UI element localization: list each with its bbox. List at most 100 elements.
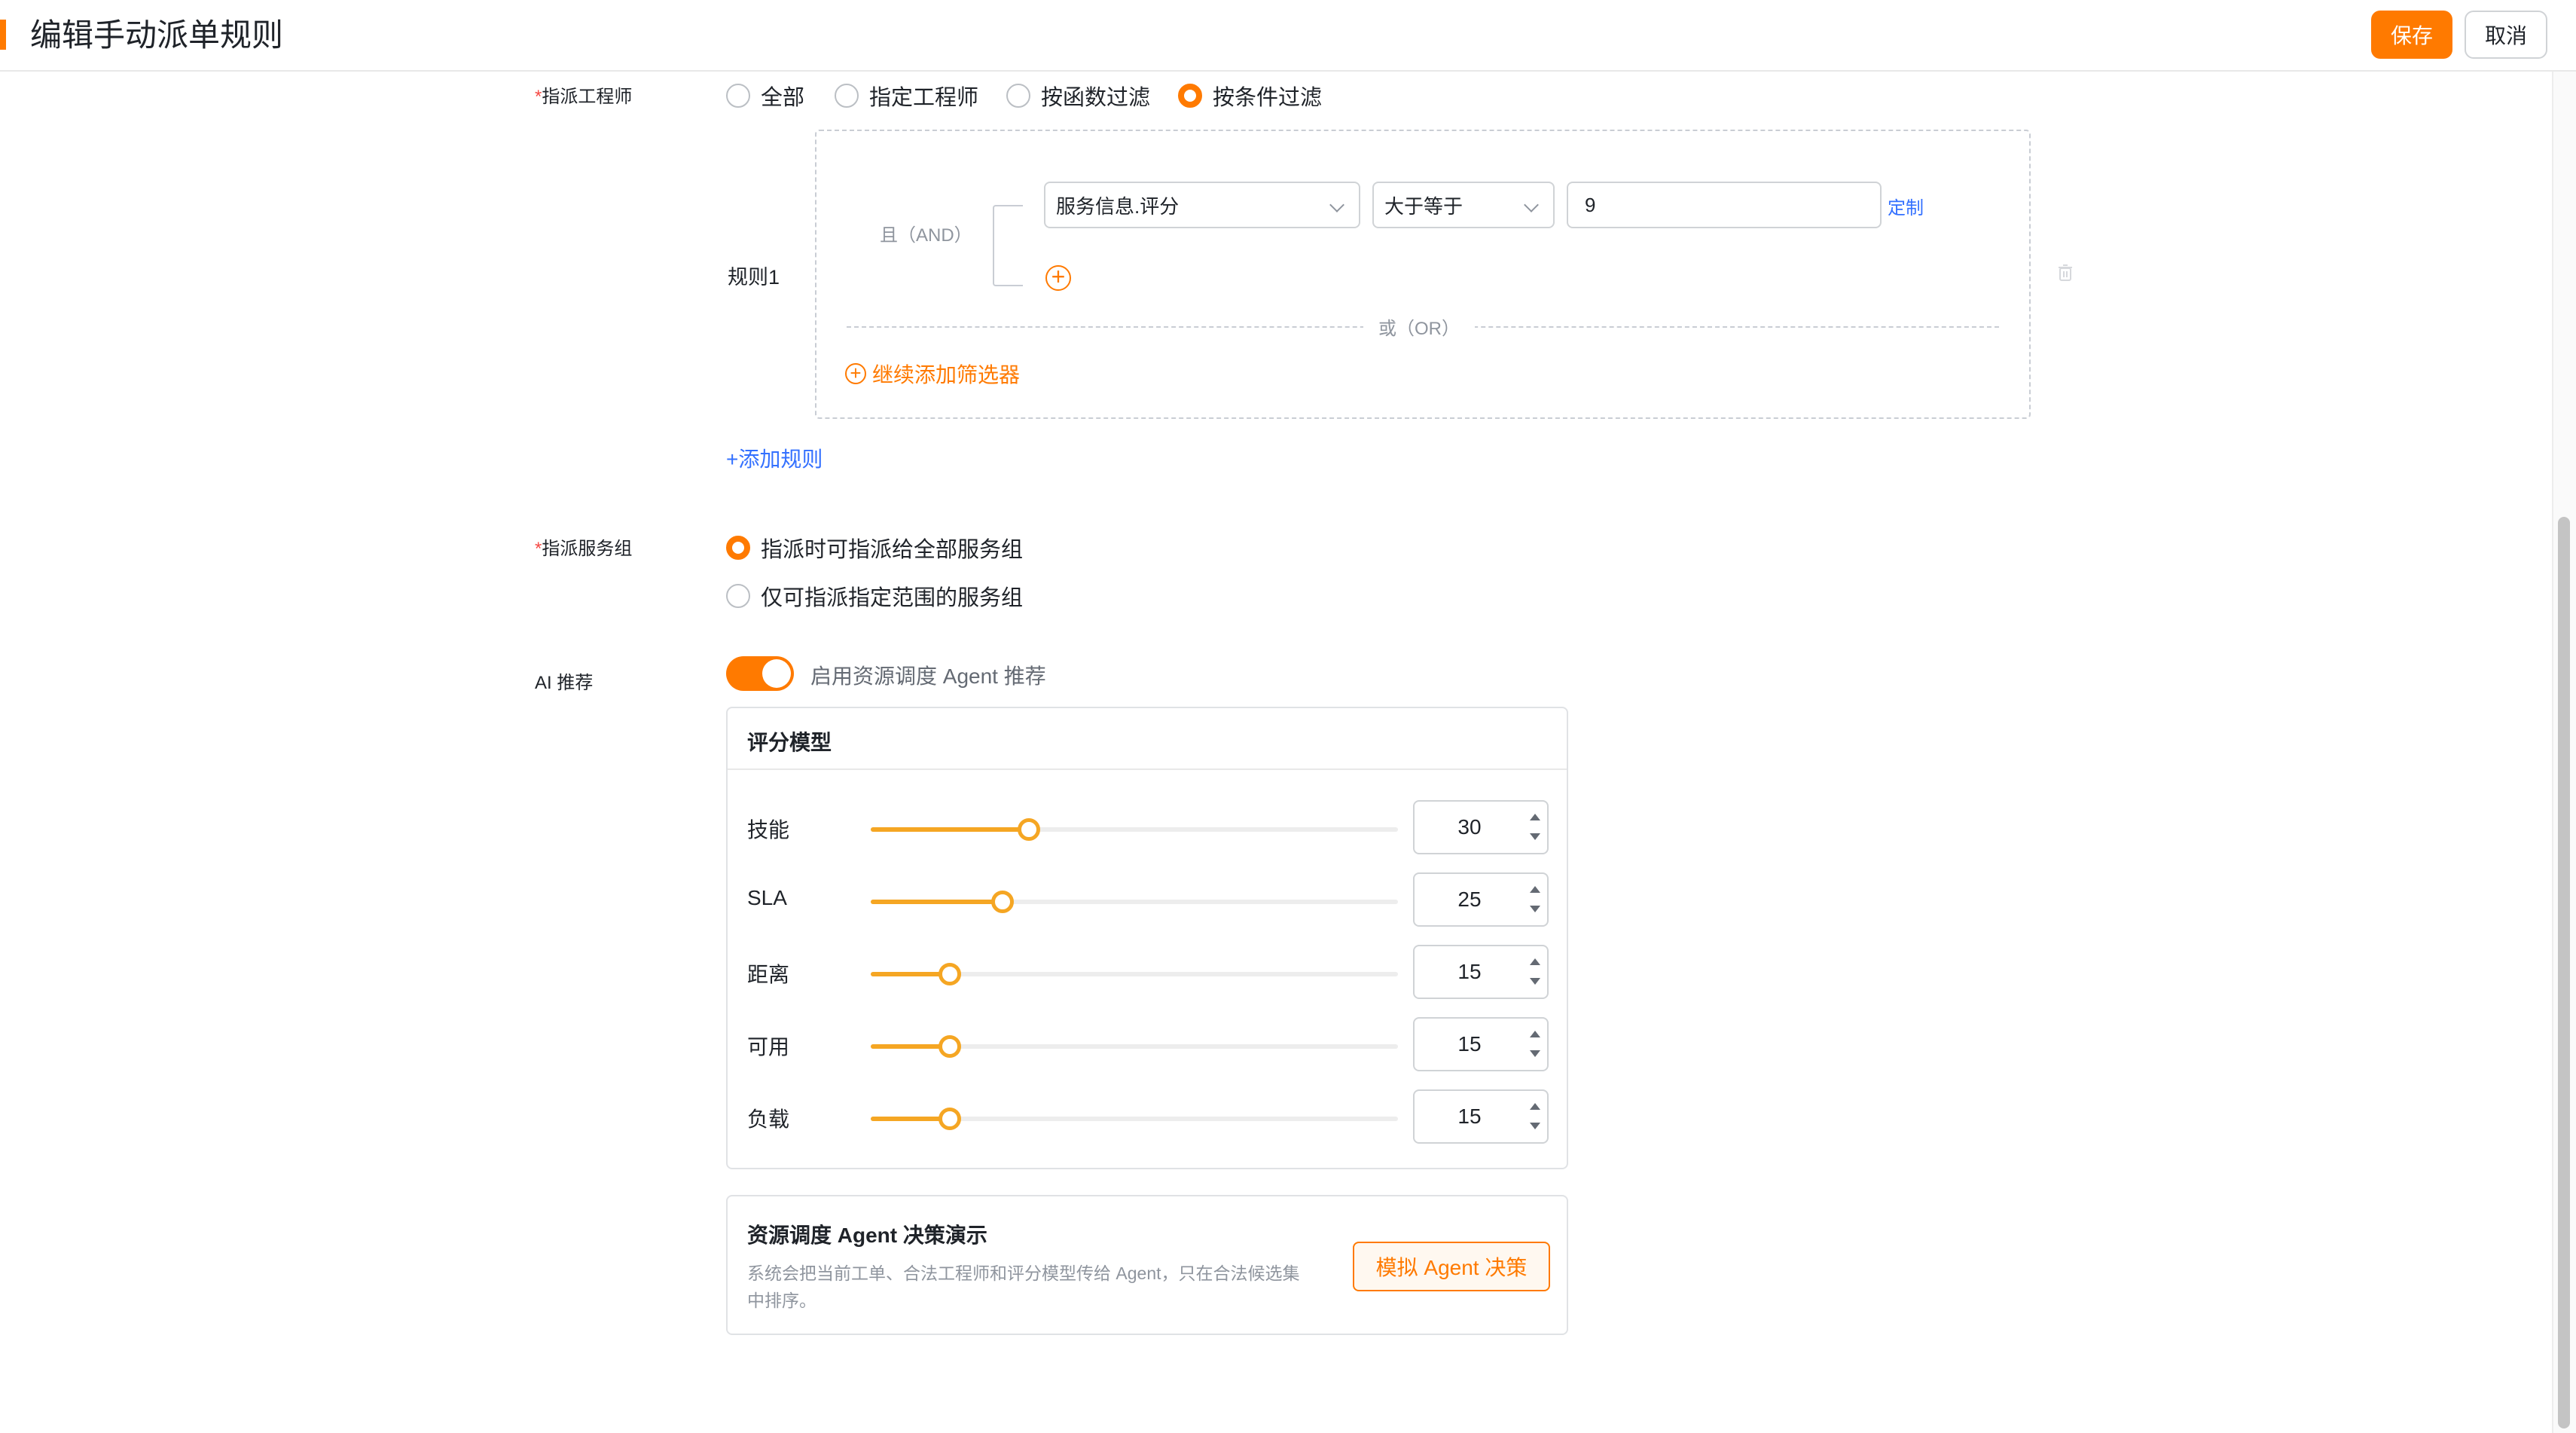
stepper <box>1521 1091 1547 1142</box>
toggle-knob <box>762 659 791 688</box>
stepper <box>1521 874 1547 925</box>
slider-row-sla: SLA 25 <box>728 872 1567 933</box>
slider-track[interactable] <box>871 1035 1398 1058</box>
radio-dot[interactable] <box>726 584 750 608</box>
number-value[interactable]: 30 <box>1415 802 1525 853</box>
radio-label: 指定工程师 <box>869 86 979 110</box>
service-group-option-all[interactable]: 指派时可指派给全部服务组 <box>726 532 1023 564</box>
step-down-icon[interactable] <box>1530 833 1540 840</box>
agent-recommend-label: 启用资源调度 Agent 推荐 <box>810 665 1046 688</box>
slider-row-availability: 可用 15 <box>728 1017 1567 1077</box>
add-condition-icon[interactable]: + <box>1045 264 1071 291</box>
step-up-icon[interactable] <box>1530 886 1540 893</box>
chevron-down-icon <box>1329 197 1344 212</box>
radio-dot[interactable] <box>1178 84 1202 108</box>
radio-label: 全部 <box>761 86 805 110</box>
step-up-icon[interactable] <box>1530 1103 1540 1110</box>
page-title: 编辑手动派单规则 <box>30 17 284 53</box>
engineer-label: *指派工程师 <box>535 81 632 108</box>
slider-fill <box>871 900 1003 904</box>
slider-track[interactable] <box>871 891 1398 913</box>
service-group-option-scoped[interactable]: 仅可指派指定范围的服务组 <box>726 580 1023 612</box>
plus-circle-icon: + <box>845 363 866 384</box>
step-down-icon[interactable] <box>1530 978 1540 985</box>
radio-dot[interactable] <box>835 84 859 108</box>
or-label: 或（OR） <box>1363 313 1475 340</box>
engineer-option-function[interactable]: 按函数过滤 <box>1006 80 1150 112</box>
slider-row-skill: 技能 30 <box>728 800 1567 860</box>
custom-link[interactable]: 定制 <box>1888 193 1924 219</box>
step-down-icon[interactable] <box>1530 1050 1540 1057</box>
save-button[interactable]: 保存 <box>2371 11 2452 59</box>
chevron-down-icon <box>1524 197 1539 212</box>
agent-recommend-toggle[interactable] <box>726 656 794 691</box>
slider-label: 负载 <box>747 1108 790 1131</box>
step-down-icon[interactable] <box>1530 1123 1540 1129</box>
number-input[interactable]: 15 <box>1413 1089 1549 1144</box>
title-accent-bar <box>0 20 6 50</box>
number-input[interactable]: 25 <box>1413 872 1549 927</box>
slider-label: 技能 <box>747 818 790 842</box>
add-rule-button[interactable]: +添加规则 <box>726 443 823 473</box>
demo-title: 资源调度 Agent 决策演示 <box>747 1224 987 1247</box>
trash-icon[interactable] <box>2058 264 2073 282</box>
service-group-label: *指派服务组 <box>535 533 632 560</box>
add-filter-button[interactable]: + 继续添加筛选器 <box>845 359 1020 389</box>
slider-label: SLA <box>747 886 787 909</box>
step-down-icon[interactable] <box>1530 906 1540 912</box>
number-value[interactable]: 15 <box>1415 1019 1525 1070</box>
number-input[interactable]: 30 <box>1413 800 1549 854</box>
number-value[interactable]: 25 <box>1415 874 1525 925</box>
stepper <box>1521 802 1547 853</box>
slider-track[interactable] <box>871 963 1398 985</box>
condition-value-input[interactable]: 9 <box>1567 182 1882 228</box>
slider-track[interactable] <box>871 1108 1398 1130</box>
number-value[interactable]: 15 <box>1415 1091 1525 1142</box>
number-input[interactable]: 15 <box>1413 1017 1549 1071</box>
number-input[interactable]: 15 <box>1413 945 1549 999</box>
slider-track[interactable] <box>871 818 1398 841</box>
step-up-icon[interactable] <box>1530 814 1540 820</box>
radio-dot[interactable] <box>726 536 750 560</box>
ai-label: AI 推荐 <box>535 673 594 693</box>
and-label: 且（AND） <box>880 225 972 246</box>
slider-fill <box>871 827 1029 832</box>
radio-label: 指派时可指派给全部服务组 <box>761 538 1024 562</box>
slider-handle[interactable] <box>939 1035 961 1058</box>
step-up-icon[interactable] <box>1530 1031 1540 1037</box>
service-group-label-text: 指派服务组 <box>542 539 633 559</box>
slider-label: 可用 <box>747 1035 790 1059</box>
slider-label: 距离 <box>747 963 790 986</box>
radio-label: 仅可指派指定范围的服务组 <box>761 586 1024 610</box>
radio-dot[interactable] <box>1006 84 1030 108</box>
scrollbar-thumb[interactable] <box>2558 517 2570 1428</box>
field-select[interactable]: 服务信息.评分 <box>1044 182 1360 228</box>
score-model-title: 评分模型 <box>747 731 832 754</box>
simulate-agent-button[interactable]: 模拟 Agent 决策 <box>1353 1242 1550 1291</box>
engineer-label-text: 指派工程师 <box>542 87 633 107</box>
rule-name: 规则1 <box>728 266 780 289</box>
slider-handle[interactable] <box>939 1108 961 1130</box>
required-mark: * <box>535 539 542 559</box>
slider-handle[interactable] <box>1018 818 1040 841</box>
field-select-value: 服务信息.评分 <box>1056 194 1180 218</box>
card-divider <box>728 768 1567 770</box>
slider-handle[interactable] <box>991 891 1014 913</box>
stepper <box>1521 1019 1547 1070</box>
engineer-option-all[interactable]: 全部 <box>726 80 804 112</box>
slider-row-load: 负载 15 <box>728 1089 1567 1150</box>
step-up-icon[interactable] <box>1530 958 1540 965</box>
operator-select-value: 大于等于 <box>1384 194 1463 218</box>
radio-dot[interactable] <box>726 84 750 108</box>
number-value[interactable]: 15 <box>1415 946 1525 998</box>
slider-handle[interactable] <box>939 963 961 985</box>
operator-select[interactable]: 大于等于 <box>1372 182 1555 228</box>
and-bracket <box>993 205 1023 286</box>
page: 编辑手动派单规则 保存 取消 *指派工程师 全部 指定工程师 按函数过滤 按条件… <box>0 0 2576 1433</box>
radio-label: 按函数过滤 <box>1041 86 1151 110</box>
demo-description: 系统会把当前工单、合法工程师和评分模型传给 Agent，只在合法候选集中排序。 <box>747 1263 1300 1310</box>
engineer-option-condition[interactable]: 按条件过滤 <box>1178 80 1322 112</box>
page-header: 编辑手动派单规则 保存 取消 <box>0 0 2576 72</box>
cancel-button[interactable]: 取消 <box>2465 11 2547 59</box>
engineer-option-specified[interactable]: 指定工程师 <box>835 80 978 112</box>
